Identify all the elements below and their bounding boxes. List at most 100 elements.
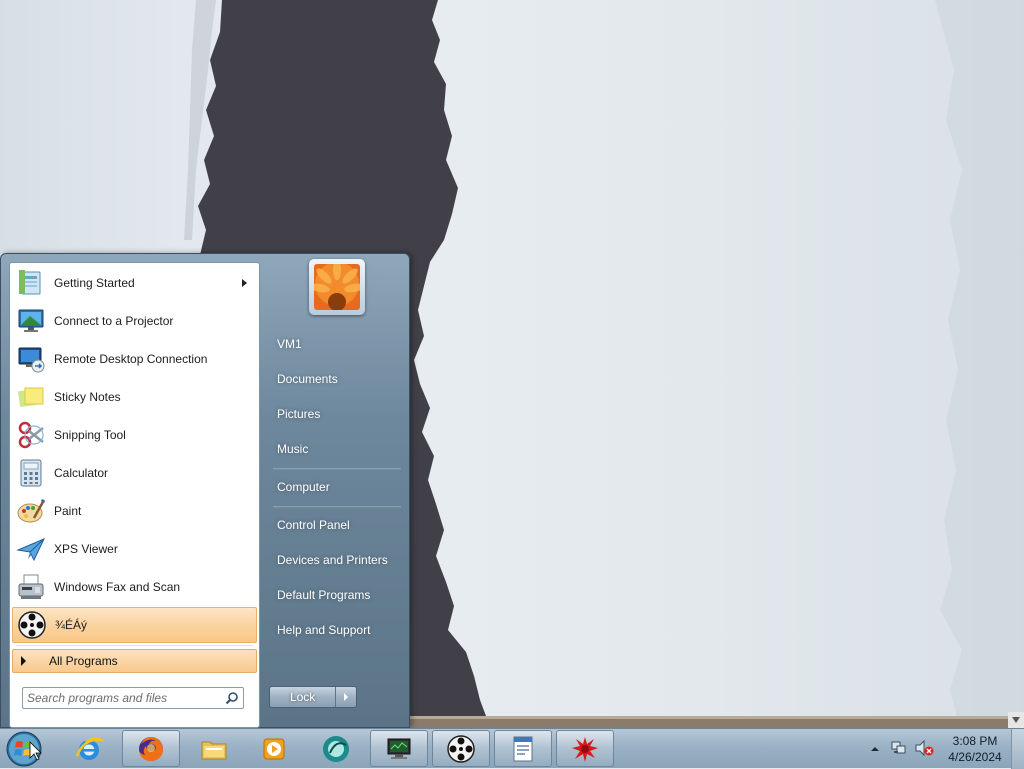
link-label: Documents <box>277 372 338 386</box>
taskbar-firefox[interactable] <box>122 730 180 767</box>
program-snipping-tool[interactable]: Snipping Tool <box>12 417 257 453</box>
paint-palette-icon <box>14 494 48 528</box>
pinned-programs-pane: Getting Started Connect to a Projector R… <box>9 262 260 728</box>
link-control-panel[interactable]: Control Panel <box>269 511 403 539</box>
link-documents[interactable]: Documents <box>269 365 403 393</box>
monitor-app-icon <box>387 738 411 759</box>
program-label: Paint <box>54 504 82 518</box>
link-label: Music <box>277 442 309 456</box>
media-player-icon <box>263 738 285 759</box>
program-calculator[interactable]: Calculator <box>12 455 257 491</box>
flower-picture-icon <box>314 264 360 310</box>
lock-button[interactable]: Lock <box>269 686 357 708</box>
all-programs-label: All Programs <box>49 654 118 668</box>
link-label: Default Programs <box>277 588 371 602</box>
link-help-support[interactable]: Help and Support <box>269 616 403 644</box>
program-label: Windows Fax and Scan <box>54 580 181 594</box>
getting-started-icon <box>14 266 48 300</box>
sticky-notes-icon <box>14 380 48 414</box>
scissors-icon <box>14 418 48 452</box>
submenu-arrow-icon[interactable] <box>242 279 247 287</box>
document-app-icon <box>513 736 533 761</box>
projector-icon <box>14 304 48 338</box>
start-orb-icon <box>6 731 42 767</box>
xps-viewer-icon <box>14 532 48 566</box>
start-menu: Getting Started Connect to a Projector R… <box>0 253 410 728</box>
program-label: Connect to a Projector <box>54 314 174 328</box>
program-label: Calculator <box>54 466 109 480</box>
programs-separator <box>16 645 253 646</box>
link-user-folder[interactable]: VM1 <box>269 330 403 358</box>
program-xps-viewer[interactable]: XPS Viewer <box>12 531 257 567</box>
program-label: ¾ÉÁý <box>55 618 88 632</box>
show-desktop-button[interactable] <box>1011 729 1024 769</box>
chevron-up-icon <box>871 747 879 751</box>
internet-explorer-icon <box>75 736 104 760</box>
system-clock[interactable]: 3:08 PM 4/26/2024 <box>940 733 1010 765</box>
search-box[interactable] <box>22 687 244 709</box>
program-fax-scan[interactable]: Windows Fax and Scan <box>12 569 257 605</box>
search-input[interactable] <box>27 690 217 706</box>
link-music[interactable]: Music <box>269 435 403 463</box>
calculator-icon <box>14 456 48 490</box>
program-highlighted-item[interactable]: ¾ÉÁý <box>12 607 257 643</box>
volume-muted-icon <box>915 739 934 757</box>
taskbar-red-splat-app[interactable] <box>556 730 614 767</box>
program-paint[interactable]: Paint <box>12 493 257 529</box>
film-reel-icon <box>447 734 475 763</box>
lock-label: Lock <box>289 690 316 704</box>
program-label: Snipping Tool <box>54 428 126 442</box>
link-computer[interactable]: Computer <box>269 473 403 501</box>
taskbar-internet-explorer[interactable] <box>60 730 118 767</box>
taskbar: 3:08 PM 4/26/2024 <box>0 728 1024 769</box>
app-circle-icon <box>323 735 349 762</box>
taskbar-film-reel[interactable] <box>432 730 490 767</box>
film-reel-icon <box>15 608 49 642</box>
chevron-right-icon <box>344 693 349 701</box>
program-label: Getting Started <box>54 276 135 290</box>
remote-desktop-icon <box>14 342 48 376</box>
all-programs-button[interactable]: All Programs <box>12 649 257 673</box>
show-hidden-icons-button[interactable] <box>870 743 880 757</box>
links-separator <box>273 468 401 470</box>
user-avatar[interactable] <box>309 259 365 315</box>
volume-button[interactable] <box>914 739 934 760</box>
start-button[interactable] <box>4 730 44 768</box>
link-label: Help and Support <box>277 623 371 637</box>
taskbar-media-player[interactable] <box>245 730 303 767</box>
link-default-programs[interactable]: Default Programs <box>269 581 403 609</box>
network-icon <box>891 741 906 754</box>
program-label: XPS Viewer <box>54 542 118 556</box>
program-sticky-notes[interactable]: Sticky Notes <box>12 379 257 415</box>
search-icon[interactable] <box>225 691 239 708</box>
clock-time: 3:08 PM <box>952 734 998 748</box>
link-devices-printers[interactable]: Devices and Printers <box>269 546 403 574</box>
link-label: Computer <box>277 480 330 494</box>
link-label: Pictures <box>277 407 321 421</box>
taskbar-document-app[interactable] <box>494 730 552 767</box>
program-remote-desktop[interactable]: Remote Desktop Connection <box>12 341 257 377</box>
links-separator <box>273 506 401 508</box>
start-menu-right-pane: VM1 Documents Pictures Music Computer Co… <box>263 254 409 727</box>
shutdown-options-button[interactable] <box>335 687 356 707</box>
taskbar-file-explorer[interactable] <box>185 730 243 767</box>
program-label: Sticky Notes <box>54 390 121 404</box>
link-label: VM1 <box>277 337 302 351</box>
red-splat-icon <box>572 736 598 762</box>
program-connect-projector[interactable]: Connect to a Projector <box>12 303 257 339</box>
notification-area: 3:08 PM 4/26/2024 <box>866 729 1024 769</box>
taskbar-app-circle[interactable] <box>307 730 365 767</box>
firefox-icon <box>139 736 163 761</box>
taskbar-monitor-app[interactable] <box>370 730 428 767</box>
fax-icon <box>14 570 48 604</box>
clock-date: 4/26/2024 <box>948 750 1002 764</box>
file-explorer-icon <box>201 741 227 759</box>
link-label: Control Panel <box>277 518 350 532</box>
desktop-scroll-button[interactable] <box>1008 712 1024 728</box>
expand-triangle-icon <box>21 656 26 666</box>
program-label: Remote Desktop Connection <box>54 352 208 366</box>
program-getting-started[interactable]: Getting Started <box>12 265 257 301</box>
network-status-button[interactable] <box>890 739 908 760</box>
link-label: Devices and Printers <box>277 553 388 567</box>
link-pictures[interactable]: Pictures <box>269 400 403 428</box>
